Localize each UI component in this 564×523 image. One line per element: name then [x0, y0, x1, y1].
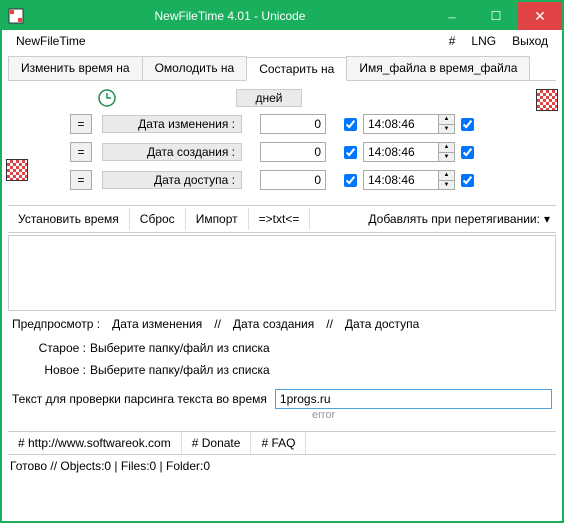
- drag-label: Добавлять при перетягивании:: [368, 212, 540, 226]
- link-donate[interactable]: # Donate: [182, 432, 252, 454]
- app-menu[interactable]: NewFileTime: [8, 32, 441, 50]
- row-accessed: = Дата доступа : ▲▼: [22, 167, 542, 193]
- preview-row: Предпросмотр : Дата изменения // Дата со…: [2, 311, 562, 337]
- tab-filename[interactable]: Имя_файла в время_файла: [346, 56, 530, 80]
- tab-change-time[interactable]: Изменить время на: [8, 56, 143, 80]
- file-list[interactable]: [8, 235, 556, 311]
- parse-label: Текст для проверки парсинга текста во вр…: [12, 392, 267, 406]
- preview-created[interactable]: Дата создания: [233, 317, 314, 331]
- new-label: Новое :: [26, 363, 86, 377]
- lng-menu[interactable]: LNG: [463, 32, 504, 50]
- time-input-created[interactable]: [363, 142, 439, 162]
- eq-button-accessed[interactable]: =: [70, 170, 92, 190]
- time-input-modified[interactable]: [363, 114, 439, 134]
- reset-button[interactable]: Сброс: [130, 208, 186, 230]
- parse-input[interactable]: [275, 389, 552, 409]
- days-header: дней: [236, 89, 302, 107]
- eq-button-created[interactable]: =: [70, 142, 92, 162]
- set-time-button[interactable]: Установить время: [8, 208, 130, 230]
- maximize-button[interactable]: [474, 2, 518, 30]
- old-label: Старое :: [26, 341, 86, 355]
- clock-icon: [98, 89, 116, 107]
- hash-menu[interactable]: #: [441, 32, 464, 50]
- row-modified: = Дата изменения : ▲▼: [22, 111, 542, 137]
- exit-menu[interactable]: Выход: [504, 32, 556, 50]
- app-icon: [8, 8, 24, 24]
- time-checkbox-created[interactable]: [344, 146, 357, 159]
- close-button[interactable]: [518, 2, 562, 30]
- minimize-button[interactable]: [430, 2, 474, 30]
- time-spinner-created[interactable]: ▲▼: [439, 142, 455, 162]
- preview-label: Предпросмотр :: [12, 317, 100, 331]
- days-input-created[interactable]: [260, 142, 326, 162]
- tab-strip: Изменить время на Омолодить на Состарить…: [8, 56, 556, 81]
- label-created: Дата создания :: [102, 143, 242, 161]
- action-toolbar: Установить время Сброс Импорт =>txt<= До…: [8, 205, 556, 233]
- preview-sep1: //: [214, 317, 221, 331]
- time-checkbox-modified[interactable]: [344, 118, 357, 131]
- time-checkbox-accessed[interactable]: [344, 174, 357, 187]
- time-input-accessed[interactable]: [363, 170, 439, 190]
- end-checkbox-modified[interactable]: [461, 118, 474, 131]
- days-input-accessed[interactable]: [260, 170, 326, 190]
- eq-button-modified[interactable]: =: [70, 114, 92, 134]
- time-spinner-accessed[interactable]: ▲▼: [439, 170, 455, 190]
- old-row: Старое : Выберите папку/файл из списка: [2, 337, 562, 359]
- row-created: = Дата создания : ▲▼: [22, 139, 542, 165]
- tab-younger[interactable]: Омолодить на: [142, 56, 248, 80]
- days-input-modified[interactable]: [260, 114, 326, 134]
- status-bar: Готово // Objects:0 | Files:0 | Folder:0: [2, 455, 562, 477]
- new-value: Выберите папку/файл из списка: [90, 363, 270, 377]
- links-row: # http://www.softwareok.com # Donate # F…: [8, 431, 556, 455]
- link-site[interactable]: # http://www.softwareok.com: [8, 432, 182, 454]
- tab-older[interactable]: Состарить на: [246, 57, 347, 81]
- time-spinner-modified[interactable]: ▲▼: [439, 114, 455, 134]
- parse-row: Текст для проверки парсинга текста во вр…: [12, 389, 552, 409]
- window-title: NewFileTime 4.01 - Unicode: [30, 9, 430, 23]
- preview-accessed[interactable]: Дата доступа: [345, 317, 419, 331]
- menubar: NewFileTime # LNG Выход: [2, 30, 562, 52]
- label-accessed: Дата доступа :: [102, 171, 242, 189]
- preview-sep2: //: [326, 317, 333, 331]
- import-button[interactable]: Импорт: [186, 208, 249, 230]
- end-checkbox-accessed[interactable]: [461, 174, 474, 187]
- link-faq[interactable]: # FAQ: [251, 432, 306, 454]
- chevron-down-icon: ▾: [544, 212, 550, 226]
- txt-button[interactable]: =>txt<=: [249, 208, 311, 230]
- label-modified: Дата изменения :: [102, 115, 242, 133]
- titlebar: NewFileTime 4.01 - Unicode: [2, 2, 562, 30]
- end-checkbox-created[interactable]: [461, 146, 474, 159]
- old-value: Выберите папку/файл из списка: [90, 341, 270, 355]
- parse-error: error: [312, 409, 562, 421]
- new-row: Новое : Выберите папку/файл из списка: [2, 359, 562, 381]
- pixel-icon-right[interactable]: [536, 89, 558, 111]
- drag-dropdown[interactable]: Добавлять при перетягивании: ▾: [362, 208, 556, 230]
- tab-panel: дней = Дата изменения : ▲▼ = Дата создан…: [2, 81, 562, 203]
- pixel-icon-left[interactable]: [6, 159, 28, 181]
- preview-modified[interactable]: Дата изменения: [112, 317, 202, 331]
